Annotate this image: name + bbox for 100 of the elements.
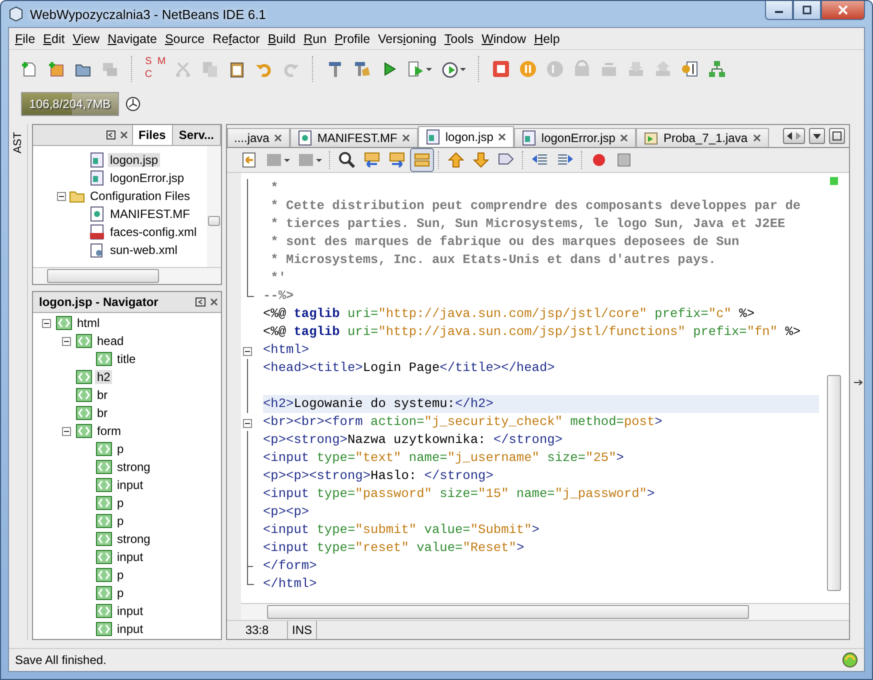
close-icon[interactable] (120, 131, 128, 139)
project-tree-item[interactable]: logon.jsp (108, 153, 160, 167)
tree-node[interactable]: input (115, 622, 146, 636)
menu-item[interactable]: Navigate (104, 32, 161, 46)
tag-icon (96, 514, 112, 528)
menu-item[interactable]: Source (160, 32, 209, 46)
editor-tab[interactable]: Proba_7_1.java (636, 128, 769, 147)
editor-tab[interactable]: ....java (227, 128, 290, 147)
tree-node[interactable]: strong (115, 460, 152, 474)
panel-tab[interactable]: Files (132, 125, 173, 145)
expander-icon[interactable] (57, 192, 66, 200)
expander-icon[interactable] (243, 347, 252, 356)
horizontal-scrollbar[interactable] (33, 267, 221, 284)
project-tree-item[interactable]: faces-config.xml (108, 225, 199, 239)
horizontal-scrollbar[interactable] (241, 603, 849, 620)
code-line: * Cette distribution peut comprendre des composants developpes par de (270, 197, 802, 215)
find-next-icon (388, 151, 406, 169)
tree-node[interactable]: head (95, 334, 126, 348)
app-cube-icon (8, 6, 24, 22)
caret-icon (812, 131, 822, 141)
pause-icon (519, 60, 537, 78)
menu-item[interactable]: Versioning (374, 32, 440, 46)
menu-item[interactable]: Profile (330, 32, 374, 46)
code-line: <input type="reset" value="Reset"> (263, 539, 526, 557)
menu-item[interactable]: Build (264, 32, 300, 46)
close-button[interactable] (821, 1, 865, 20)
resume-icon (546, 60, 564, 78)
expander-icon[interactable] (62, 426, 70, 436)
smc-button[interactable]: S M C (142, 56, 168, 82)
code-line: <head><title>Login Page</title></head> (263, 359, 556, 377)
menu-item[interactable]: View (68, 32, 104, 46)
gc-clock-icon[interactable] (125, 96, 141, 112)
menu-item[interactable]: Help (530, 32, 564, 46)
tree-node[interactable]: input (115, 604, 146, 618)
tab-scroll-button[interactable] (783, 128, 805, 144)
project-tree-item[interactable]: sun-web.xml (108, 243, 180, 257)
step-out-icon (654, 60, 672, 78)
close-icon[interactable] (273, 133, 284, 143)
maximize-icon (802, 5, 812, 15)
stacked-windows-icon (101, 60, 119, 78)
menu-item[interactable]: Run (300, 32, 331, 46)
menu-item[interactable]: Tools (440, 32, 478, 46)
menu-item[interactable]: Refactor (208, 32, 264, 46)
editor-tab[interactable]: MANIFEST.MF (290, 128, 418, 147)
side-tab[interactable]: AST (12, 130, 24, 156)
menu-item[interactable]: File (11, 32, 40, 46)
caret-position: 33:8 (227, 621, 288, 639)
highlight-icon (413, 151, 431, 169)
tree-node[interactable]: title (115, 352, 138, 366)
insert-mode: INS (288, 621, 317, 639)
close-icon[interactable] (401, 133, 412, 143)
code-line: <input type="text" name="j_username" size="25"> (263, 449, 625, 467)
menu-item[interactable]: Window (478, 32, 530, 46)
scissors-icon (174, 60, 192, 78)
arrow-left-icon (786, 131, 794, 141)
tree-node[interactable]: input (115, 478, 146, 492)
tree-node[interactable]: h2 (95, 370, 112, 384)
tree-node[interactable]: strong (115, 532, 152, 546)
close-icon[interactable] (497, 132, 508, 142)
tree-node[interactable]: p (115, 442, 126, 456)
scrollbar[interactable] (207, 146, 221, 268)
tree-node[interactable]: p (115, 496, 126, 510)
tree-node[interactable]: html (75, 316, 102, 330)
expander-icon[interactable] (62, 336, 70, 346)
tag-icon (76, 424, 92, 438)
tree-node[interactable]: p (115, 514, 126, 528)
hammer-brush-icon (353, 60, 371, 78)
maximize-button[interactable] (793, 1, 821, 20)
tree-node[interactable]: input (115, 550, 146, 564)
tag-icon (96, 550, 112, 564)
refresh-icon (842, 652, 858, 668)
panel-title: logon.jsp - Navigator (38, 295, 160, 310)
project-tree-item[interactable]: logonError.jsp (108, 171, 186, 185)
tree-node[interactable]: form (95, 424, 123, 438)
hammer-icon (326, 60, 344, 78)
tab-list-button[interactable] (809, 128, 825, 144)
project-tree-item[interactable]: MANIFEST.MF (108, 207, 192, 221)
expander-icon[interactable] (243, 419, 252, 428)
code-line: <%@ taglib uri="http://java.sun.com/jsp/jstl/core" prefix="c" %> (263, 305, 756, 323)
expander-icon[interactable] (42, 318, 50, 328)
close-icon[interactable] (619, 133, 630, 143)
editor-tab[interactable]: logonError.jsp (514, 128, 636, 147)
menu-item[interactable]: Edit (39, 32, 69, 46)
tree-node[interactable]: p (115, 568, 126, 582)
tree-node[interactable]: br (95, 388, 110, 402)
minimize-button[interactable] (765, 1, 793, 20)
maximize-button[interactable] (829, 128, 845, 144)
tag-icon (96, 586, 112, 600)
minimize-window-icon[interactable] (106, 130, 116, 140)
editor-tab[interactable]: logon.jsp (418, 126, 514, 147)
tree-node[interactable]: br (95, 406, 110, 420)
project-tree-folder[interactable]: Configuration Files (88, 189, 192, 203)
code-editor[interactable] (241, 173, 849, 603)
tag-icon (76, 334, 92, 348)
tree-node[interactable]: p (115, 586, 126, 600)
memory-meter[interactable]: 106,8/204,7MB (21, 92, 119, 116)
jsp-file-icon (89, 152, 105, 168)
error-stripe-mark (830, 177, 838, 185)
close-icon[interactable] (752, 133, 762, 143)
tag-icon (96, 604, 112, 618)
